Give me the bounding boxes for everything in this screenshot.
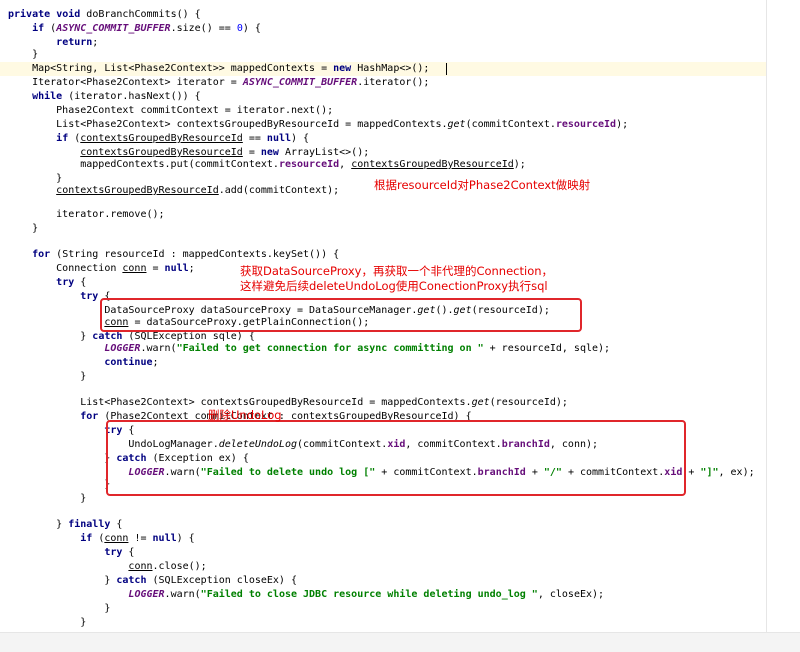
proxy-annotation-line1: 获取DataSourceProxy，再获取一个非代理的Connection， bbox=[240, 264, 554, 279]
code-line[interactable]: iterator.remove(); bbox=[8, 208, 164, 222]
code-line[interactable]: Iterator<Phase2Context> iterator = ASYNC… bbox=[8, 76, 429, 90]
code-line[interactable]: LOGGER.warn("Failed to get connection fo… bbox=[8, 342, 610, 356]
mapping-annotation: 根据resourceId对Phase2Context做映射 bbox=[374, 178, 591, 192]
code-line[interactable]: try { bbox=[8, 290, 110, 304]
code-line[interactable]: } bbox=[8, 478, 110, 492]
code-line[interactable]: } bbox=[8, 616, 86, 630]
proxy-annotation-line2: 这样避免后续deleteUndoLog使用ConectionProxy执行sql bbox=[240, 279, 548, 294]
code-line[interactable]: LOGGER.warn("Failed to close JDBC resour… bbox=[8, 588, 604, 602]
code-line[interactable]: } bbox=[8, 370, 86, 384]
datasource-proxy-highlight-box bbox=[100, 298, 582, 332]
code-line[interactable]: mappedContexts.put(commitContext.resourc… bbox=[8, 158, 526, 172]
code-line[interactable]: try { bbox=[8, 276, 86, 290]
right-margin-guide bbox=[766, 0, 767, 651]
code-line[interactable]: List<Phase2Context> contextsGroupedByRes… bbox=[8, 396, 568, 410]
code-line[interactable]: } catch (SQLException closeEx) { bbox=[8, 574, 297, 588]
code-line[interactable]: } bbox=[8, 222, 38, 236]
editor-bottom-strip bbox=[0, 632, 800, 652]
code-line[interactable]: if (contextsGroupedByResourceId == null)… bbox=[8, 132, 309, 146]
code-line[interactable]: contextsGroupedByResourceId.add(commitCo… bbox=[8, 184, 339, 198]
code-line[interactable]: continue; bbox=[8, 356, 158, 370]
code-line[interactable]: if (ASYNC_COMMIT_BUFFER.size() == 0) { bbox=[8, 22, 261, 36]
code-line[interactable]: conn.close(); bbox=[8, 560, 206, 574]
text-caret bbox=[446, 63, 447, 75]
code-line[interactable]: private void doBranchCommits() { bbox=[8, 8, 201, 22]
code-line[interactable]: } bbox=[8, 602, 110, 616]
code-line[interactable]: while (iterator.hasNext()) { bbox=[8, 90, 201, 104]
code-editor[interactable]: private void doBranchCommits() { if (ASY… bbox=[0, 0, 800, 652]
code-line[interactable]: } finally { bbox=[8, 518, 122, 532]
delete-undolog-annotation: 删除UndoLog bbox=[208, 408, 282, 422]
code-line[interactable]: if (conn != null) { bbox=[8, 532, 194, 546]
code-line[interactable]: List<Phase2Context> contextsGroupedByRes… bbox=[8, 118, 628, 132]
code-line[interactable]: } bbox=[8, 48, 38, 62]
code-line[interactable]: Connection conn = null; bbox=[8, 262, 195, 276]
code-line[interactable]: Phase2Context commitContext = iterator.n… bbox=[8, 104, 333, 118]
code-line[interactable]: for (String resourceId : mappedContexts.… bbox=[8, 248, 339, 262]
code-line[interactable]: } bbox=[8, 492, 86, 506]
code-line[interactable]: try { bbox=[8, 546, 134, 560]
code-line[interactable]: Map<String, List<Phase2Context>> mappedC… bbox=[8, 62, 429, 76]
delete-undolog-highlight-box bbox=[106, 420, 686, 496]
